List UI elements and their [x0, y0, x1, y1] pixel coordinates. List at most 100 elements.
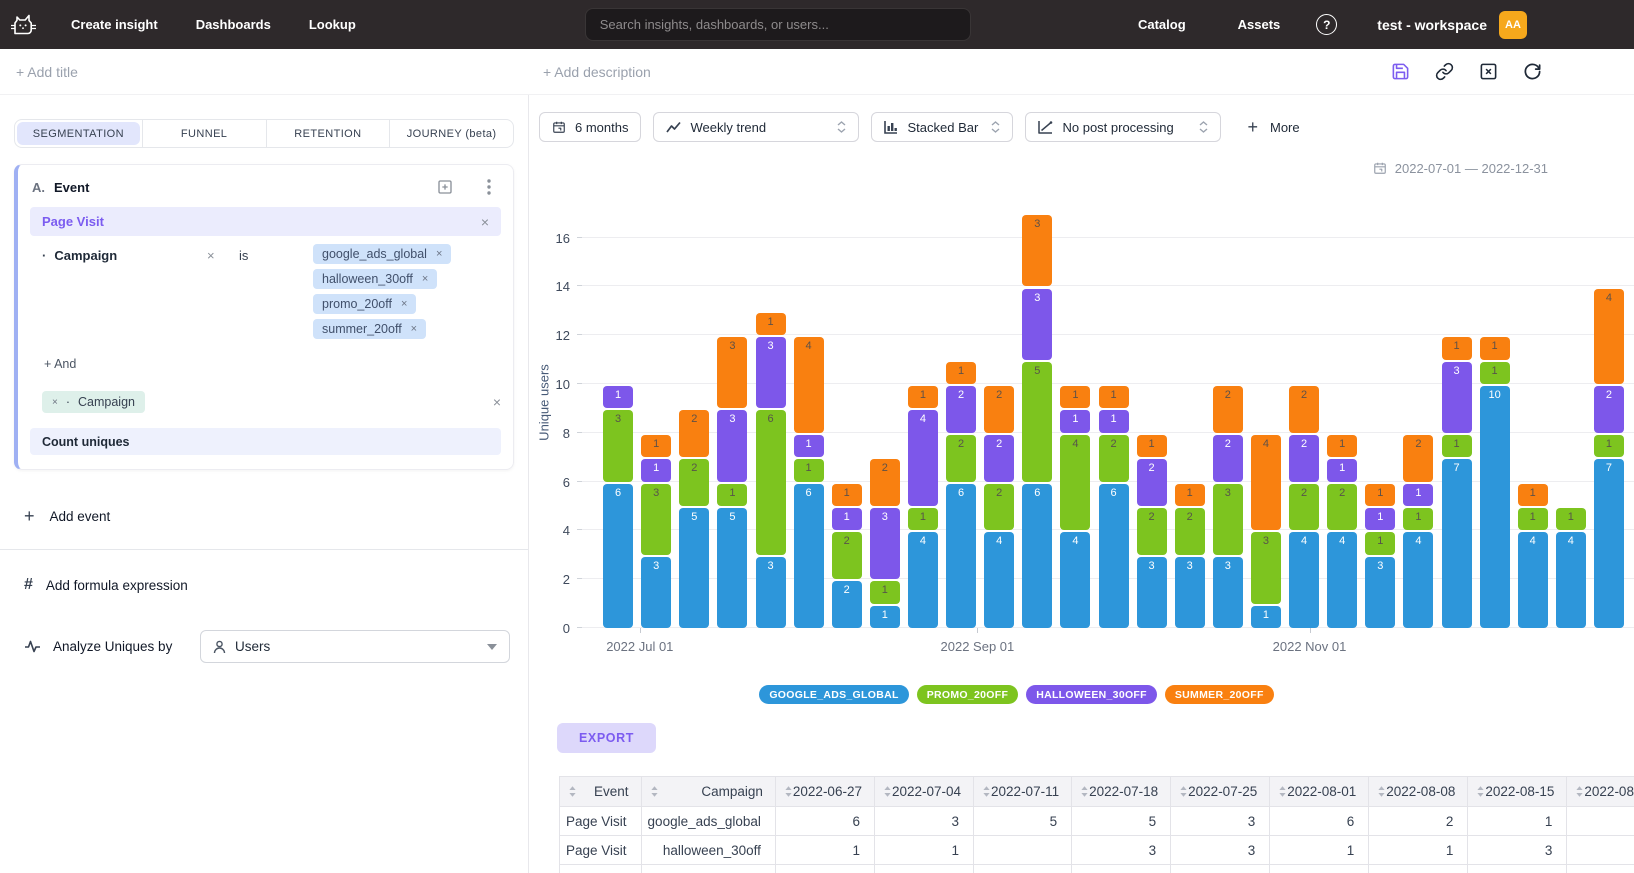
filter-value-chip-halloween-30off[interactable]: halloween_30off×	[313, 269, 437, 289]
remove-breakdown-row-icon[interactable]: ×	[493, 395, 501, 409]
nav-links: Create insight Dashboards Lookup	[71, 17, 356, 32]
add-condition-button[interactable]: + And	[44, 357, 76, 371]
analyze-by-select[interactable]: Users	[200, 630, 510, 663]
column-header-2022-08-01[interactable]: 2022-08-01	[1270, 777, 1369, 807]
sort-icon[interactable]	[784, 785, 793, 798]
date-range-display: 2022-07-01 — 2022-12-31	[529, 158, 1548, 178]
filter-operator[interactable]: is	[233, 244, 313, 263]
tab-retention[interactable]: RETENTION	[266, 120, 390, 147]
column-header-2022-07-18[interactable]: 2022-07-18	[1072, 777, 1171, 807]
add-formula-button[interactable]: # Add formula expression	[24, 576, 188, 594]
remove-value-icon[interactable]: ×	[411, 323, 417, 335]
column-header-inner: 2022-06-27	[784, 784, 862, 799]
link-icon[interactable]	[1434, 62, 1454, 82]
sort-icon[interactable]	[1377, 785, 1386, 798]
remove-filter-icon[interactable]: ×	[207, 244, 233, 263]
sort-icon[interactable]	[1179, 785, 1188, 798]
workspace-name[interactable]: test - workspace	[1377, 17, 1487, 33]
nav-link-catalog[interactable]: Catalog	[1138, 17, 1186, 32]
bar-segment-google-ads-global-2022-11-07: 4	[1327, 532, 1357, 628]
app-logo-cat-icon[interactable]	[10, 13, 37, 37]
bar-segment-value: 4	[794, 337, 824, 352]
panel-divider	[0, 549, 528, 550]
y-tick-mark	[577, 334, 582, 335]
more-button[interactable]: + More	[1247, 117, 1299, 138]
column-header-label: 2022-07-04	[892, 784, 961, 799]
export-button[interactable]: EXPORT	[557, 723, 656, 753]
legend-pill-halloween-30off[interactable]: HALLOWEEN_30OFF	[1026, 685, 1157, 704]
kebab-menu-icon[interactable]	[479, 177, 499, 197]
add-event-button[interactable]: + Add event	[24, 506, 110, 527]
date-range-button[interactable]: 6 months	[539, 112, 641, 142]
event-name[interactable]: Page Visit	[42, 214, 104, 229]
column-header-event[interactable]: Event	[560, 777, 642, 807]
trend-select[interactable]: Weekly trend	[653, 112, 859, 142]
sort-icon[interactable]	[1476, 785, 1485, 798]
breakdown-chip[interactable]: × · Campaign	[42, 391, 145, 413]
nav-link-create-insight[interactable]: Create insight	[71, 17, 158, 32]
close-square-icon[interactable]	[1478, 62, 1498, 82]
table-cell: google_ads_global	[641, 807, 775, 836]
column-header-2022-07-25[interactable]: 2022-07-25	[1171, 777, 1270, 807]
bar-segment-value: 2	[1099, 435, 1129, 450]
add-filter-icon[interactable]	[435, 177, 455, 197]
table-cell: 1	[874, 836, 973, 865]
column-header-2022-06-27[interactable]: 2022-06-27	[775, 777, 874, 807]
legend-pill-promo-20off[interactable]: PROMO_20OFF	[917, 685, 1018, 704]
table-cell: 3	[1468, 836, 1567, 865]
sort-icon[interactable]	[982, 785, 991, 798]
remove-value-icon[interactable]: ×	[422, 273, 428, 285]
filter-property[interactable]: Campaign	[54, 248, 117, 263]
bar-segment-summer-20off-2022-10-31: 2	[1289, 386, 1319, 433]
remove-breakdown-icon[interactable]: ×	[52, 397, 58, 408]
remove-value-icon[interactable]: ×	[401, 298, 407, 310]
help-icon[interactable]: ?	[1316, 14, 1337, 35]
bar-segment-value: 3	[870, 508, 900, 523]
aggregation-selector[interactable]: Count uniques	[30, 428, 501, 455]
column-header-2022-08-08[interactable]: 2022-08-08	[1369, 777, 1468, 807]
sort-icon[interactable]	[1575, 785, 1584, 798]
save-icon[interactable]	[1390, 62, 1410, 82]
calendar-icon	[552, 120, 566, 134]
filter-value-chip-google-ads-global[interactable]: google_ads_global×	[313, 244, 451, 264]
chart-type-select[interactable]: Stacked Bar	[871, 112, 1013, 142]
bar-segment-summer-20off-2022-10-03: 1	[1137, 435, 1167, 457]
tab-funnel[interactable]: FUNNEL	[142, 120, 266, 147]
legend-pill-summer-20off[interactable]: SUMMER_20OFF	[1165, 685, 1274, 704]
chevron-down-icon	[487, 644, 497, 650]
tab-segmentation[interactable]: SEGMENTATION	[17, 122, 140, 145]
bar-segment-value: 3	[756, 337, 786, 352]
tab-journey-beta[interactable]: JOURNEY (beta)	[389, 120, 513, 147]
bar-segment-value: 4	[1403, 532, 1433, 547]
sort-icon[interactable]	[1278, 785, 1287, 798]
bar-segment-summer-20off-2022-11-28: 1	[1442, 337, 1472, 359]
remove-value-icon[interactable]: ×	[436, 248, 442, 260]
column-header-campaign[interactable]: Campaign	[641, 777, 775, 807]
sort-icon[interactable]	[1080, 785, 1089, 798]
column-header-2022-08-15[interactable]: 2022-08-15	[1468, 777, 1567, 807]
table-cell	[1567, 836, 1634, 865]
event-row: Page Visit ×	[30, 207, 501, 236]
search-input[interactable]	[585, 8, 971, 41]
legend-pill-google-ads-global[interactable]: GOOGLE_ADS_GLOBAL	[759, 685, 908, 704]
avatar[interactable]: AA	[1499, 11, 1527, 39]
filter-value-chip-promo-20off[interactable]: promo_20off×	[313, 294, 416, 314]
sort-icon[interactable]	[650, 785, 659, 798]
y-tick-mark	[577, 481, 582, 482]
filter-value-chip-summer-20off[interactable]: summer_20off×	[313, 319, 426, 339]
nav-link-assets[interactable]: Assets	[1238, 17, 1281, 32]
bar-segment-value: 2	[679, 410, 709, 425]
sort-icon[interactable]	[568, 785, 577, 798]
column-header-2022-08-22[interactable]: 2022-08-22	[1567, 777, 1634, 807]
nav-link-lookup[interactable]: Lookup	[309, 17, 356, 32]
refresh-icon[interactable]	[1522, 62, 1542, 82]
column-header-2022-07-04[interactable]: 2022-07-04	[874, 777, 973, 807]
sort-icon[interactable]	[883, 785, 892, 798]
nav-link-dashboards[interactable]: Dashboards	[196, 17, 271, 32]
column-header-2022-07-11[interactable]: 2022-07-11	[974, 777, 1072, 807]
bar-segment-promo-20off-2022-12-19: 1	[1556, 508, 1586, 530]
remove-event-icon[interactable]: ×	[481, 215, 489, 229]
post-processing-select[interactable]: No post processing	[1025, 112, 1221, 142]
add-description-placeholder[interactable]: + Add description	[543, 64, 651, 80]
add-title-placeholder[interactable]: + Add title	[16, 64, 78, 80]
